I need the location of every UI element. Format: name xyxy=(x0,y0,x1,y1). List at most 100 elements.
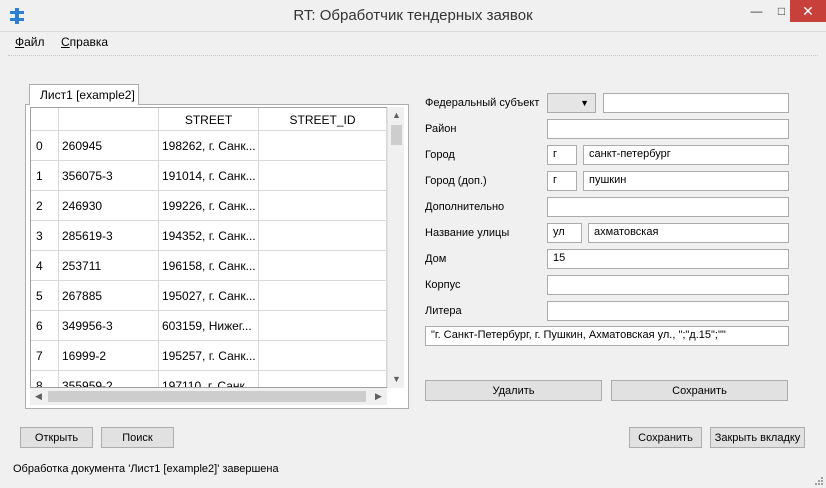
maximize-icon: □ xyxy=(777,4,786,18)
chevron-down-icon: ▼ xyxy=(580,98,589,108)
city-extra-label: Город (доп.) xyxy=(425,175,487,187)
additional-label: Дополнительно xyxy=(425,201,505,213)
tab-label: Лист1 [example2] xyxy=(40,88,135,102)
street-label: Название улицы xyxy=(425,227,510,239)
house-field[interactable]: 15 xyxy=(547,249,789,269)
cell-street[interactable]: 603159, Нижег... xyxy=(159,311,259,341)
table-header: STREET STREET_ID I xyxy=(31,108,403,131)
scroll-left-icon[interactable]: ◀ xyxy=(30,388,47,405)
row-number: 8 xyxy=(31,371,59,387)
result-field[interactable]: "г. Санкт-Петербург, г. Пушкин, Ахматовс… xyxy=(425,326,789,346)
district-field[interactable] xyxy=(547,119,789,139)
cell-street[interactable]: 196158, г. Санк... xyxy=(159,251,259,281)
city-extra-type-field[interactable]: г xyxy=(547,171,577,191)
cell-street-id[interactable] xyxy=(259,341,387,371)
menu-file-accel: Ф xyxy=(15,35,25,49)
cell-street-id[interactable] xyxy=(259,191,387,221)
horizontal-scroll-thumb[interactable] xyxy=(48,391,366,402)
row-number: 5 xyxy=(31,281,59,311)
table-row[interactable]: 1 356075-3 191014, г. Санк... xyxy=(31,161,389,191)
cell-street[interactable]: 195027, г. Санк... xyxy=(159,281,259,311)
menu-file[interactable]: Файл xyxy=(15,35,45,49)
vertical-scroll-thumb[interactable] xyxy=(391,125,402,145)
scroll-down-icon[interactable]: ▼ xyxy=(388,371,405,388)
row-number: 4 xyxy=(31,251,59,281)
menu-file-rest: айл xyxy=(24,35,45,49)
street-field[interactable]: ахматовская xyxy=(588,223,789,243)
cell-street[interactable]: 191014, г. Санк... xyxy=(159,161,259,191)
cell-id[interactable]: 253711 xyxy=(59,251,159,281)
federal-subject-combo[interactable]: ▼ xyxy=(547,93,596,113)
cell-id[interactable]: 356075-3 xyxy=(59,161,159,191)
federal-subject-field[interactable] xyxy=(603,93,789,113)
save-form-button[interactable]: Сохранить xyxy=(611,380,788,401)
street-type-field[interactable]: ул xyxy=(547,223,582,243)
city-type-field[interactable]: г xyxy=(547,145,577,165)
district-label: Район xyxy=(425,123,457,135)
cell-street[interactable]: 197110. г. Санк... xyxy=(159,371,259,387)
status-text: Обработка документа 'Лист1 [example2]' з… xyxy=(13,463,279,475)
header-id[interactable] xyxy=(59,108,159,131)
table-body: 0 260945 198262, г. Санк... 1 356075-3 19101… xyxy=(31,131,389,387)
letter-label: Литера xyxy=(425,305,462,317)
cell-street[interactable]: 199226, г. Санк... xyxy=(159,191,259,221)
close-button[interactable]: ✕ xyxy=(790,0,826,22)
cell-id[interactable]: 349956-3 xyxy=(59,311,159,341)
search-button[interactable]: Поиск xyxy=(101,427,174,448)
menu-help-rest: правка xyxy=(69,35,109,49)
city-label: Город xyxy=(425,149,455,161)
letter-field[interactable] xyxy=(547,301,789,321)
title-bar: RT: Обработчик тендерных заявок — □ ✕ xyxy=(0,0,826,32)
cell-street[interactable]: 198262, г. Санк... xyxy=(159,131,259,161)
table-row[interactable]: 8 355959-2 197110. г. Санк... xyxy=(31,371,389,387)
cell-id[interactable]: 246930 xyxy=(59,191,159,221)
cell-street[interactable]: 194352, г. Санк... xyxy=(159,221,259,251)
close-tab-button[interactable]: Закрыть вкладку xyxy=(710,427,805,448)
cell-street-id[interactable] xyxy=(259,131,387,161)
delete-button[interactable]: Удалить xyxy=(425,380,602,401)
building-label: Корпус xyxy=(425,279,461,291)
cell-id[interactable]: 355959-2 xyxy=(59,371,159,387)
federal-subject-label: Федеральный субъект xyxy=(425,97,540,109)
menu-help[interactable]: Справка xyxy=(61,35,108,49)
cell-street-id[interactable] xyxy=(259,281,387,311)
row-number: 1 xyxy=(31,161,59,191)
cell-street-id[interactable] xyxy=(259,161,387,191)
scroll-up-icon[interactable]: ▲ xyxy=(388,107,405,124)
horizontal-scrollbar[interactable]: ◀ ▶ xyxy=(30,388,387,405)
building-field[interactable] xyxy=(547,275,789,295)
scroll-right-icon[interactable]: ▶ xyxy=(370,388,387,405)
row-number: 6 xyxy=(31,311,59,341)
vertical-scrollbar[interactable]: ▲ ▼ xyxy=(387,107,404,388)
table-row[interactable]: 6 349956-3 603159, Нижег... xyxy=(31,311,389,341)
tab-sheet1[interactable]: Лист1 [example2] xyxy=(29,84,139,105)
table-row[interactable]: 7 16999-2 195257, г. Санк... xyxy=(31,341,389,371)
additional-field[interactable] xyxy=(547,197,789,217)
header-street-id[interactable]: STREET_ID xyxy=(259,108,387,131)
cell-street[interactable]: 195257, г. Санк... xyxy=(159,341,259,371)
city-field[interactable]: санкт-петербург xyxy=(583,145,789,165)
minimize-button[interactable]: — xyxy=(743,0,770,22)
cell-street-id[interactable] xyxy=(259,311,387,341)
table-row[interactable]: 3 285619-3 194352, г. Санк... xyxy=(31,221,389,251)
header-street[interactable]: STREET xyxy=(159,108,259,131)
table-row[interactable]: 0 260945 198262, г. Санк... xyxy=(31,131,389,161)
cell-id[interactable]: 16999-2 xyxy=(59,341,159,371)
table-row[interactable]: 2 246930 199226, г. Санк... xyxy=(31,191,389,221)
cell-street-id[interactable] xyxy=(259,371,387,387)
cell-id[interactable]: 267885 xyxy=(59,281,159,311)
table-row[interactable]: 5 267885 195027, г. Санк... xyxy=(31,281,389,311)
close-icon: ✕ xyxy=(802,2,814,19)
cell-id[interactable]: 260945 xyxy=(59,131,159,161)
cell-id[interactable]: 285619-3 xyxy=(59,221,159,251)
header-corner xyxy=(31,108,59,131)
table-row[interactable]: 4 253711 196158, г. Санк... xyxy=(31,251,389,281)
city-extra-field[interactable]: пушкин xyxy=(583,171,789,191)
cell-street-id[interactable] xyxy=(259,221,387,251)
save-button[interactable]: Сохранить xyxy=(629,427,702,448)
open-button[interactable]: Открыть xyxy=(20,427,93,448)
resize-grip-icon[interactable] xyxy=(814,476,824,486)
menu-help-accel: С xyxy=(61,35,70,49)
toolbar-separator xyxy=(8,55,818,56)
cell-street-id[interactable] xyxy=(259,251,387,281)
